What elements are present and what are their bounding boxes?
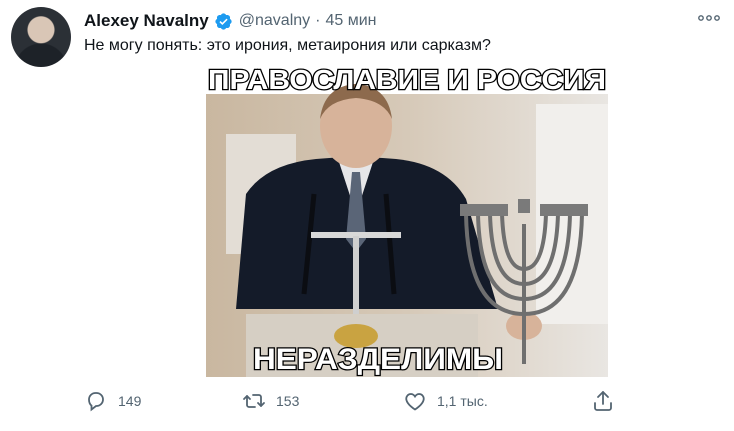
- like-button[interactable]: 1,1 тыс.: [403, 386, 488, 416]
- author-name[interactable]: Alexey Navalny: [84, 11, 209, 31]
- meme-top-caption: ПРАВОСЛАВИЕ И РОССИЯ: [208, 64, 606, 95]
- meme-bottom-caption: НЕРАЗДЕЛИМЫ: [253, 343, 503, 376]
- retweet-icon: [243, 394, 265, 408]
- tweet-actions: 149 153 1,1 тыс.: [84, 386, 624, 416]
- tweet-time[interactable]: 45 мин: [325, 12, 376, 30]
- retweet-button[interactable]: 153: [242, 386, 299, 416]
- header-separator: ·: [315, 12, 321, 29]
- share-button[interactable]: [591, 386, 615, 416]
- like-count: 1,1 тыс.: [437, 393, 488, 409]
- retweet-count: 153: [276, 393, 300, 409]
- reply-count: 149: [118, 393, 142, 409]
- more-icon[interactable]: [696, 10, 722, 26]
- share-icon: [594, 391, 612, 411]
- verified-icon: [215, 12, 232, 30]
- tweet-text: Не могу понять: это ирония, метаирония и…: [84, 37, 491, 54]
- like-icon: [405, 393, 425, 411]
- tweet-image[interactable]: ПРАВОСЛАВИЕ И РОССИЯ НЕРАЗДЕЛИМЫ: [206, 64, 608, 377]
- reply-icon: [88, 392, 104, 412]
- author-handle[interactable]: @navalny: [239, 12, 310, 30]
- avatar[interactable]: [11, 7, 71, 67]
- reply-button[interactable]: 149: [84, 386, 141, 416]
- tweet-header: Alexey Navalny @navalny · 45 мин: [84, 9, 376, 33]
